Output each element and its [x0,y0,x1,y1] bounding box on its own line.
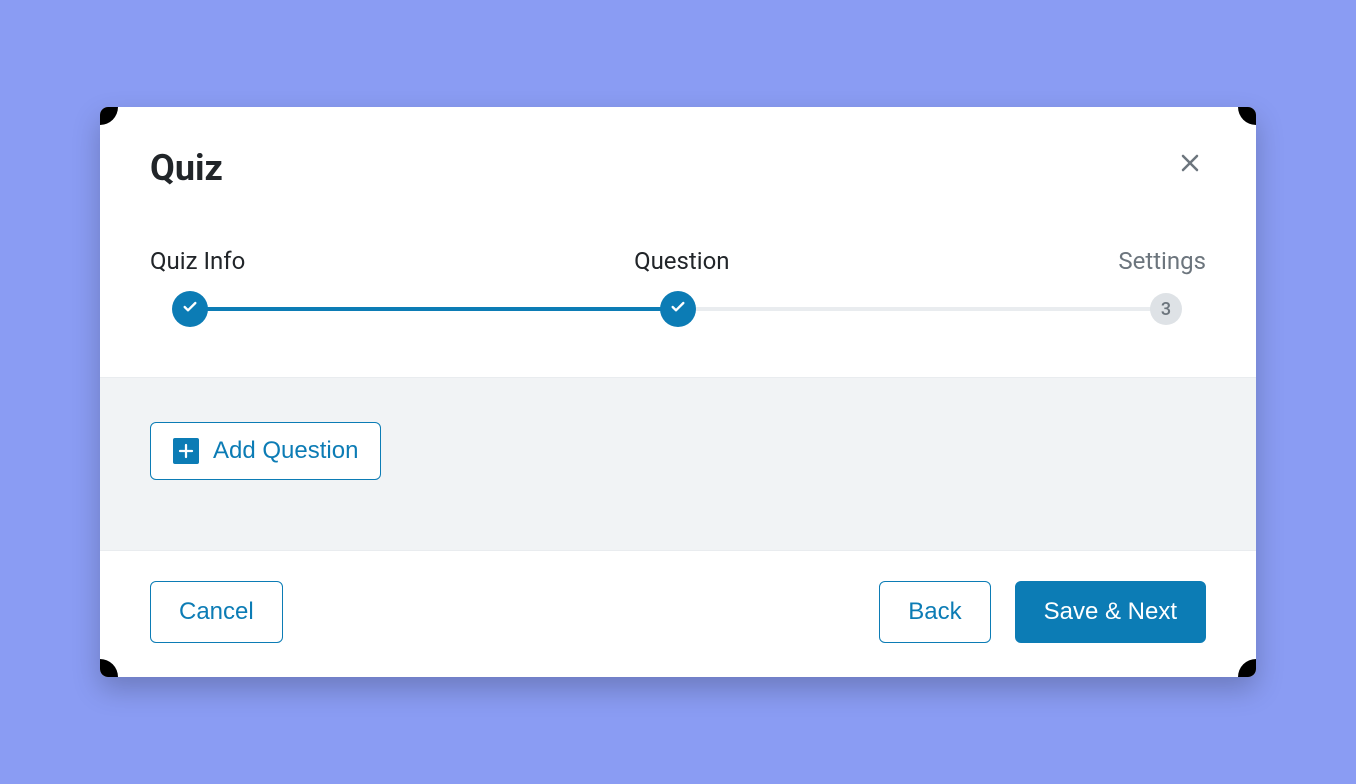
close-button[interactable] [1174,147,1206,182]
stepper-track: 3 [190,291,1166,327]
modal-footer: Cancel Back Save & Next [100,551,1256,677]
stepper-labels: Quiz Info Question Settings [150,247,1206,275]
add-question-button[interactable]: Add Question [150,422,381,480]
close-icon [1178,151,1202,178]
stepper: Quiz Info Question Settings [100,189,1256,377]
modal-title: Quiz [150,147,223,189]
check-icon [182,299,198,320]
step-node-3[interactable]: 3 [1150,293,1182,325]
footer-right-group: Back Save & Next [879,581,1206,643]
check-icon [670,299,686,320]
quiz-modal: Quiz Quiz Info Question Settings [100,107,1256,677]
add-question-label: Add Question [213,437,358,465]
modal-body: Add Question [100,377,1256,551]
step-label-question: Question [634,247,729,275]
modal-header: Quiz [100,107,1256,189]
step-number: 3 [1161,299,1171,320]
track-line-progress [190,307,678,311]
cancel-button[interactable]: Cancel [150,581,283,643]
save-next-button[interactable]: Save & Next [1015,581,1206,643]
step-node-1[interactable] [172,291,208,327]
step-label-quiz-info: Quiz Info [150,247,245,275]
plus-icon [173,438,199,464]
step-node-2[interactable] [660,291,696,327]
back-button[interactable]: Back [879,581,990,643]
step-label-settings: Settings [1118,247,1206,275]
